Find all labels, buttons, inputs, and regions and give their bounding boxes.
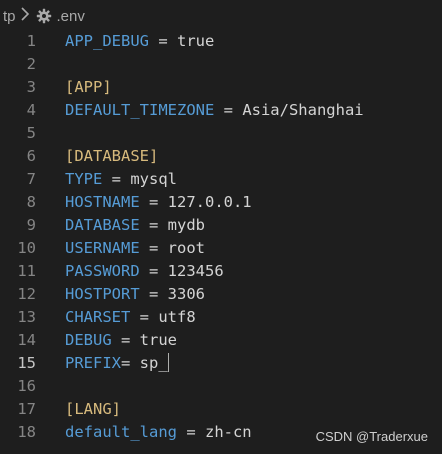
code-line[interactable]: 8 HOSTNAME = 127.0.0.1: [0, 191, 442, 214]
code-content: PASSWORD = 123456: [65, 260, 224, 283]
assign-operator: =: [214, 101, 243, 119]
breadcrumb-file[interactable]: .env: [57, 8, 85, 25]
config-key: HOSTPORT: [65, 285, 140, 303]
line-number: 11: [17, 262, 36, 280]
code-line[interactable]: 9 DATABASE = mydb: [0, 214, 442, 237]
section-header: [APP]: [65, 78, 112, 96]
config-value: 127.0.0.1: [167, 193, 252, 211]
breadcrumb: tp .env: [0, 0, 442, 32]
assign-operator: =: [139, 193, 168, 211]
line-number: 6: [26, 147, 36, 165]
assign-operator: =: [176, 423, 205, 441]
line-number: 4: [26, 101, 36, 119]
line-number: 10: [17, 239, 36, 257]
chevron-right-icon: [18, 7, 32, 25]
line-number: 15: [17, 354, 36, 372]
config-value: Asia/Shanghai: [242, 101, 364, 119]
line-number: 17: [17, 400, 36, 418]
line-number: 3: [26, 78, 36, 96]
config-key: PASSWORD: [65, 262, 140, 280]
assign-operator: =: [139, 285, 168, 303]
code-line[interactable]: 16: [0, 375, 442, 398]
section-header: [LANG]: [65, 400, 121, 418]
config-key: DEBUG: [65, 331, 112, 349]
code-content: TYPE = mysql: [65, 168, 177, 191]
config-value: utf8: [158, 308, 196, 326]
code-line[interactable]: 3 [APP]: [0, 76, 442, 99]
line-number: 9: [26, 216, 36, 234]
config-value: true: [177, 32, 215, 50]
code-content: DATABASE = mydb: [65, 214, 205, 237]
code-content: USERNAME = root: [65, 237, 205, 260]
config-value: sp_: [139, 354, 168, 372]
assign-operator: =: [139, 216, 168, 234]
line-number: 14: [17, 331, 36, 349]
config-value: root: [167, 239, 205, 257]
code-line[interactable]: 17 [LANG]: [0, 398, 442, 421]
config-key: USERNAME: [65, 239, 140, 257]
config-value: mysql: [130, 170, 177, 188]
line-number: 7: [26, 170, 36, 188]
watermark: CSDN @Traderxue: [315, 429, 428, 444]
assign-operator: =: [139, 239, 168, 257]
code-content: DEBUG = true: [65, 329, 177, 352]
assign-operator: =: [149, 32, 177, 50]
assign-operator: =: [121, 354, 140, 372]
assign-operator: =: [139, 262, 168, 280]
config-key: CHARSET: [65, 308, 131, 326]
config-key: DATABASE: [65, 216, 140, 234]
line-number: 18: [17, 423, 36, 441]
code-line[interactable]: 5: [0, 122, 442, 145]
code-content: HOSTPORT = 3306: [65, 283, 205, 306]
code-line[interactable]: 2: [0, 53, 442, 76]
breadcrumb-folder[interactable]: tp: [3, 8, 16, 25]
line-number: 1: [26, 32, 36, 50]
assign-operator: =: [102, 170, 131, 188]
line-number: 5: [26, 124, 36, 142]
config-value: true: [139, 331, 177, 349]
config-key: APP_DEBUG: [65, 32, 149, 50]
line-number: 16: [17, 377, 36, 395]
config-key: TYPE: [65, 170, 103, 188]
code-line[interactable]: 7 TYPE = mysql: [0, 168, 442, 191]
code-content: [LANG]: [65, 398, 121, 421]
code-line[interactable]: 13 CHARSET = utf8: [0, 306, 442, 329]
line-number: 2: [26, 55, 36, 73]
config-key: DEFAULT_TIMEZONE: [65, 101, 215, 119]
config-key: HOSTNAME: [65, 193, 140, 211]
line-number: 12: [17, 285, 36, 303]
section-header: [DATABASE]: [65, 147, 159, 165]
config-key: PREFIX: [65, 354, 121, 372]
code-content: HOSTNAME = 127.0.0.1: [65, 191, 252, 214]
code-line[interactable]: 11 PASSWORD = 123456: [0, 260, 442, 283]
config-value: zh-cn: [204, 423, 252, 441]
code-line[interactable]: 6 [DATABASE]: [0, 145, 442, 168]
code-editor[interactable]: 1 APP_DEBUG = true 2 3 [APP] 4 DEFAULT_TIMEZON…: [0, 30, 442, 454]
code-content: default_lang = zh-cn: [65, 421, 252, 444]
code-content: DEFAULT_TIMEZONE = Asia/Shanghai: [65, 99, 364, 122]
code-line[interactable]: 10 USERNAME = root: [0, 237, 442, 260]
code-line[interactable]: 4 DEFAULT_TIMEZONE = Asia/Shanghai: [0, 99, 442, 122]
code-content: [APP]: [65, 76, 112, 99]
assign-operator: =: [130, 308, 159, 326]
code-content: APP_DEBUG = true: [65, 30, 214, 53]
config-value: 3306: [167, 285, 205, 303]
gear-icon: [36, 8, 52, 24]
code-line[interactable]: 14 DEBUG = true: [0, 329, 442, 352]
code-content: [DATABASE]: [65, 145, 158, 168]
line-number: 8: [26, 193, 36, 211]
text-cursor: [167, 353, 169, 372]
assign-operator: =: [111, 331, 140, 349]
config-key: default_lang: [65, 423, 177, 441]
code-line[interactable]: 12 HOSTPORT = 3306: [0, 283, 442, 306]
line-number: 13: [17, 308, 36, 326]
code-content: PREFIX= sp_: [65, 352, 169, 375]
code-line[interactable]: 15 PREFIX= sp_: [0, 352, 442, 375]
config-value: 123456: [167, 262, 224, 280]
config-value: mydb: [167, 216, 205, 234]
code-content: CHARSET = utf8: [65, 306, 196, 329]
code-line[interactable]: 1 APP_DEBUG = true: [0, 30, 442, 53]
